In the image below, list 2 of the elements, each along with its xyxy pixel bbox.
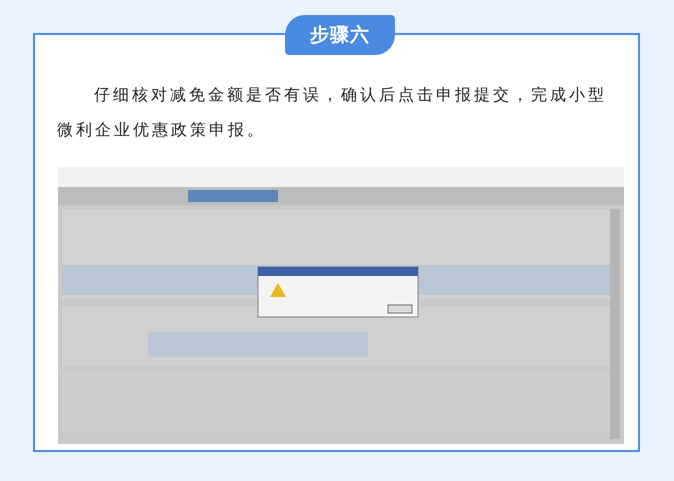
step-label: 步骤六	[285, 15, 395, 55]
instruction-text: 仔细核对减免金额是否有误，确认后点击申报提交，完成小型微利企业优惠政策申报。	[57, 84, 608, 141]
